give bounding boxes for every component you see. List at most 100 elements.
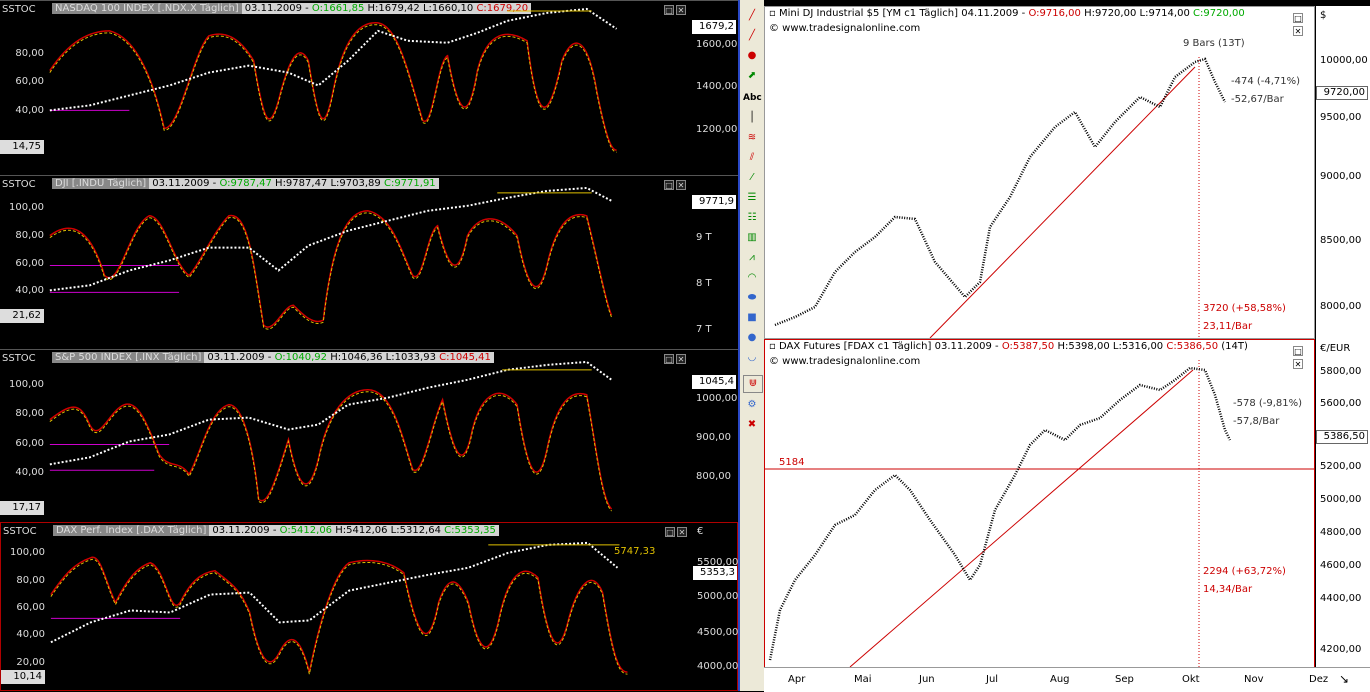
osc-axis-label: 100,00 bbox=[9, 202, 44, 213]
month-label: Apr bbox=[788, 674, 806, 685]
fib-fan-icon[interactable]: ☷ bbox=[743, 210, 761, 226]
axis-label: 9000,00 bbox=[1320, 171, 1362, 182]
zoom-icon[interactable]: ↘ bbox=[1339, 672, 1349, 686]
month-label: Sep bbox=[1115, 674, 1134, 685]
month-label: Okt bbox=[1182, 674, 1200, 685]
price-axis-label: 8 T bbox=[696, 278, 712, 289]
osc-axis-label: 80,00 bbox=[15, 230, 44, 241]
sp500-chart[interactable] bbox=[48, 350, 688, 522]
grid-tool-icon[interactable]: ▥ bbox=[743, 230, 761, 246]
osc-axis-label: 60,00 bbox=[15, 258, 44, 269]
price-axis-label: 5000,00 bbox=[697, 591, 739, 602]
osc-axis-label: 80,00 bbox=[15, 408, 44, 419]
axis-label: 5600,00 bbox=[1320, 398, 1362, 409]
sp500-panel[interactable]: SSTOC S&P 500 INDEX [.INX Täglich] 03.11.… bbox=[0, 349, 738, 522]
dax-chart[interactable] bbox=[49, 523, 689, 690]
text-tool-icon[interactable]: Abc bbox=[743, 90, 762, 106]
indicator-label: SSTOC bbox=[2, 179, 36, 190]
dax-panel[interactable]: SSTOC DAX Perf. Index [.DAX Täglich] 03.1… bbox=[0, 522, 738, 691]
osc-axis-label: 40,00 bbox=[15, 285, 44, 296]
rectangle-tool-icon[interactable]: ■ bbox=[743, 310, 761, 326]
mini-dj-panel[interactable]: ▫ Mini DJ Industrial $5 [YM c1 Täglich] … bbox=[764, 6, 1315, 339]
gann-tool-icon[interactable]: ⩘ bbox=[743, 250, 761, 266]
nasdaq-panel[interactable]: SSTOC NASDAQ 100 INDEX [.NDX.X Täglich] 0… bbox=[0, 0, 738, 175]
dji-chart[interactable] bbox=[48, 176, 688, 349]
price-value-box: 1679,2 bbox=[692, 20, 736, 34]
month-label: Jun bbox=[919, 674, 935, 685]
arc-tool-icon[interactable]: ◠ bbox=[743, 270, 761, 286]
nasdaq-chart[interactable] bbox=[48, 1, 688, 175]
price-value-box: 9771,9 bbox=[692, 195, 736, 209]
month-label: Dez bbox=[1309, 674, 1329, 685]
osc-axis-label: 60,00 bbox=[15, 76, 44, 87]
price-axis-label: 800,00 bbox=[696, 471, 731, 482]
price-axis-label: 1200,00 bbox=[696, 124, 738, 135]
axis-label: 8000,00 bbox=[1320, 301, 1362, 312]
axis-label: 4800,00 bbox=[1320, 527, 1362, 538]
price-value-box: 9720,00 bbox=[1316, 86, 1368, 100]
osc-value-box: 10,14 bbox=[1, 670, 45, 684]
line-tool-icon[interactable]: ╱ bbox=[743, 8, 761, 24]
fibonacci-tool-icon[interactable]: ☰ bbox=[743, 190, 761, 206]
axis-label: 4600,00 bbox=[1320, 560, 1362, 571]
axis-label: 10000,00 bbox=[1320, 55, 1368, 66]
osc-axis-label: 80,00 bbox=[15, 48, 44, 59]
axis-label: 5800,00 bbox=[1320, 366, 1362, 377]
axis-label: 8500,00 bbox=[1320, 235, 1362, 246]
price-value-box: 5386,50 bbox=[1316, 430, 1368, 444]
osc-value-box: 14,75 bbox=[0, 140, 44, 154]
circle-tool-icon[interactable]: ● bbox=[743, 330, 761, 346]
point-tool-icon[interactable]: ● bbox=[743, 48, 761, 64]
settings-icon[interactable]: ⚙ bbox=[743, 397, 761, 413]
osc-axis-label: 100,00 bbox=[9, 379, 44, 390]
ellipse-tool-icon[interactable]: ⬬ bbox=[743, 290, 761, 306]
channel-tool-icon[interactable]: ≋ bbox=[743, 130, 761, 146]
osc-axis-label: 40,00 bbox=[15, 467, 44, 478]
time-axis[interactable]: Apr Mai Jun Jul Aug Sep Okt Nov Dez ↘ bbox=[764, 667, 1370, 692]
bowl-tool-icon[interactable]: ◡ bbox=[743, 350, 761, 366]
price-axis-label: 9 T bbox=[696, 232, 712, 243]
parallel-tool-icon[interactable]: ⫽ bbox=[743, 150, 761, 166]
axis-label: 9500,00 bbox=[1320, 112, 1362, 123]
osc-axis-label: 80,00 bbox=[16, 575, 45, 586]
dax-futures-price-axis[interactable]: €/EUR 5800,00 5600,00 5386,50 5200,00 50… bbox=[1316, 339, 1370, 667]
price-value-box: 5353,3 bbox=[693, 566, 737, 580]
axis-label: 5200,00 bbox=[1320, 461, 1362, 472]
price-axis-label: 4000,00 bbox=[697, 661, 739, 672]
osc-axis-label: 40,00 bbox=[16, 629, 45, 640]
mini-dj-chart[interactable] bbox=[765, 7, 1314, 338]
dax-futures-panel[interactable]: ▫ DAX Futures [FDAX c1 Täglich] 03.11.20… bbox=[764, 339, 1315, 668]
price-axis-label: 5500,00 bbox=[697, 557, 739, 568]
price-axis-label: 900,00 bbox=[696, 432, 731, 443]
osc-axis-label: 20,00 bbox=[16, 657, 45, 668]
magnet-icon[interactable]: ⋓ bbox=[743, 375, 763, 393]
vertical-line-icon[interactable]: │ bbox=[743, 110, 761, 126]
indicator-label: SSTOC bbox=[3, 526, 37, 537]
price-axis-label: 1400,00 bbox=[696, 81, 738, 92]
axis-label: 5000,00 bbox=[1320, 494, 1362, 505]
indicator-label: SSTOC bbox=[2, 353, 36, 364]
price-value-box: 1045,4 bbox=[692, 375, 736, 389]
month-label: Jul bbox=[986, 674, 999, 685]
axis-label: 4400,00 bbox=[1320, 593, 1362, 604]
osc-value-box: 17,17 bbox=[0, 501, 44, 515]
price-axis-label: 1000,00 bbox=[696, 393, 738, 404]
arrow-tool-icon[interactable]: ⬈ bbox=[743, 68, 761, 84]
dji-panel[interactable]: SSTOC DJI [.INDU Täglich] 03.11.2009 - O:… bbox=[0, 175, 738, 349]
month-label: Nov bbox=[1244, 674, 1264, 685]
osc-axis-label: 60,00 bbox=[15, 438, 44, 449]
mini-dj-price-axis[interactable]: $ 10000,00 9720,00 9500,00 9000,00 8500,… bbox=[1316, 6, 1370, 339]
osc-axis-label: 60,00 bbox=[16, 602, 45, 613]
dax-futures-chart[interactable] bbox=[765, 340, 1314, 667]
currency-label: €/EUR bbox=[1320, 343, 1351, 354]
indicator-label: SSTOC bbox=[2, 4, 36, 15]
regression-tool-icon[interactable]: ⁄ bbox=[743, 170, 761, 186]
delete-tool-icon[interactable]: ✖ bbox=[743, 417, 761, 433]
osc-axis-label: 40,00 bbox=[15, 105, 44, 116]
price-axis-label: 7 T bbox=[696, 324, 712, 335]
osc-value-box: 21,62 bbox=[0, 309, 44, 323]
osc-axis-label: 100,00 bbox=[10, 547, 45, 558]
ray-tool-icon[interactable]: ╱ bbox=[743, 28, 761, 44]
drawing-toolbar: ╱ ╱ ● ⬈ Abc │ ≋ ⫽ ⁄ ☰ ☷ ▥ ⩘ ◠ ⬬ ■ ● ◡ ⋓ … bbox=[740, 0, 764, 691]
month-label: Aug bbox=[1050, 674, 1070, 685]
